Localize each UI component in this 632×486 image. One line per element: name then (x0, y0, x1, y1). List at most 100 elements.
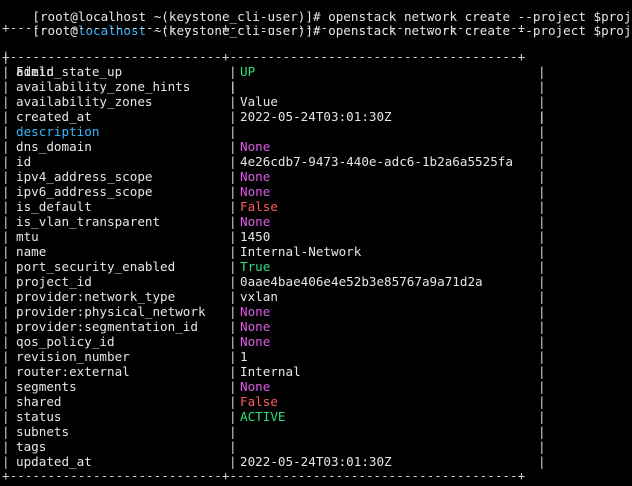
row-field: availability_zones (16, 94, 153, 109)
table-col-separator: | (229, 109, 237, 124)
row-field: updated_at (16, 454, 92, 469)
table-col-separator: | (2, 364, 10, 379)
table-col-separator: | (2, 94, 10, 109)
table-col-separator: | (229, 379, 237, 394)
row-value: UP (240, 64, 256, 79)
table-col-separator: | (229, 259, 237, 274)
table-col-separator: | (2, 64, 10, 79)
table-col-separator: | (538, 94, 546, 109)
table-col-separator: | (2, 394, 10, 409)
table-col-separator: | (2, 109, 10, 124)
table-col-separator: | (538, 169, 546, 184)
table-col-separator: | (229, 124, 237, 139)
table-col-separator: | (229, 349, 237, 364)
table-col-separator: | (2, 274, 10, 289)
table-col-separator: | (538, 214, 546, 229)
row-value: 1 (240, 349, 248, 364)
row-field: availability_zone_hints (16, 79, 191, 94)
table-col-separator: | (229, 424, 237, 439)
table-col-separator: | (538, 304, 546, 319)
table-col-separator: | (538, 364, 546, 379)
table-col-separator: | (538, 79, 546, 94)
table-col-separator: | (538, 199, 546, 214)
row-value: None (240, 214, 271, 229)
row-value: False (240, 394, 278, 409)
row-value: None (240, 184, 271, 199)
table-col-separator: | (2, 244, 10, 259)
table-col-separator: | (2, 229, 10, 244)
table-col-separator: | (2, 259, 10, 274)
row-field: provider:network_type (16, 289, 176, 304)
table-col-separator: | (2, 289, 10, 304)
row-value: False (240, 199, 278, 214)
row-field: is_default (16, 199, 92, 214)
table-col-separator: | (538, 184, 546, 199)
table-col-separator: | (229, 274, 237, 289)
table-col-separator: | (229, 394, 237, 409)
table-col-separator: | (538, 349, 546, 364)
row-value: None (240, 304, 271, 319)
table-col-separator: | (2, 169, 10, 184)
table-col-separator: | (538, 454, 546, 469)
table-col-separator: | (538, 154, 546, 169)
table-col-separator: | (538, 424, 546, 439)
row-field: mtu (16, 229, 39, 244)
table-border-header: +----------------------------+----------… (2, 49, 526, 64)
table-col-separator: | (538, 409, 546, 424)
table-col-separator: | (229, 184, 237, 199)
row-value: Internal (240, 364, 301, 379)
row-value: vxlan (240, 289, 278, 304)
table-col-separator: | (229, 214, 237, 229)
row-value: None (240, 334, 271, 349)
table-col-separator: | (229, 244, 237, 259)
table-col-separator: | (538, 124, 546, 139)
table-col-separator: | (229, 94, 237, 109)
row-value: None (240, 139, 271, 154)
row-field: dns_domain (16, 139, 92, 154)
row-value: 1450 (240, 229, 271, 244)
table-col-separator: | (2, 454, 10, 469)
table-col-separator: | (2, 199, 10, 214)
row-field: ipv4_address_scope (16, 169, 153, 184)
row-field: id (16, 154, 32, 169)
table-col-separator: | (229, 79, 237, 94)
table-col-separator: | (538, 64, 546, 79)
row-field: qos_policy_id (16, 334, 115, 349)
table-col-separator: | (2, 154, 10, 169)
table-col-separator: | (229, 334, 237, 349)
table-col-separator: | (229, 409, 237, 424)
table-col-separator: | (229, 439, 237, 454)
row-value: Internal-Network (240, 244, 362, 259)
table-border-bottom: +----------------------------+----------… (2, 468, 526, 483)
row-field: segments (16, 379, 77, 394)
table-col-separator: | (538, 379, 546, 394)
row-value: True (240, 259, 271, 274)
row-field: provider:physical_network (16, 304, 206, 319)
row-value: None (240, 169, 271, 184)
table-col-separator: | (538, 259, 546, 274)
row-field: description (16, 124, 100, 139)
table-col-separator: | (2, 214, 10, 229)
table-col-separator: | (229, 139, 237, 154)
table-col-separator: | (229, 364, 237, 379)
row-value: 2022-05-24T03:01:30Z (240, 454, 392, 469)
table-col-separator: | (2, 349, 10, 364)
row-field: ipv6_address_scope (16, 184, 153, 199)
row-value: 2022-05-24T03:01:30Z (240, 109, 392, 124)
row-field: status (16, 409, 62, 424)
row-field: port_security_enabled (16, 259, 176, 274)
table-col-separator: | (538, 274, 546, 289)
row-field: tags (16, 439, 47, 454)
table-col-separator: | (2, 124, 10, 139)
table-col-separator: | (229, 304, 237, 319)
table-col-separator: | (229, 319, 237, 334)
table-col-separator: | (538, 334, 546, 349)
table-col-separator: | (229, 289, 237, 304)
terminal-window[interactable]: [root@localhost ~(keystone_cli-user)]# o… (0, 0, 632, 486)
row-value: 0aae4bae406e4e52b3e85767a9a71d2a (240, 274, 483, 289)
table-col-separator: | (538, 289, 546, 304)
row-field: revision_number (16, 349, 130, 364)
table-col-separator: | (538, 439, 546, 454)
header-value: Value (240, 94, 278, 109)
table-col-separator: | (229, 229, 237, 244)
